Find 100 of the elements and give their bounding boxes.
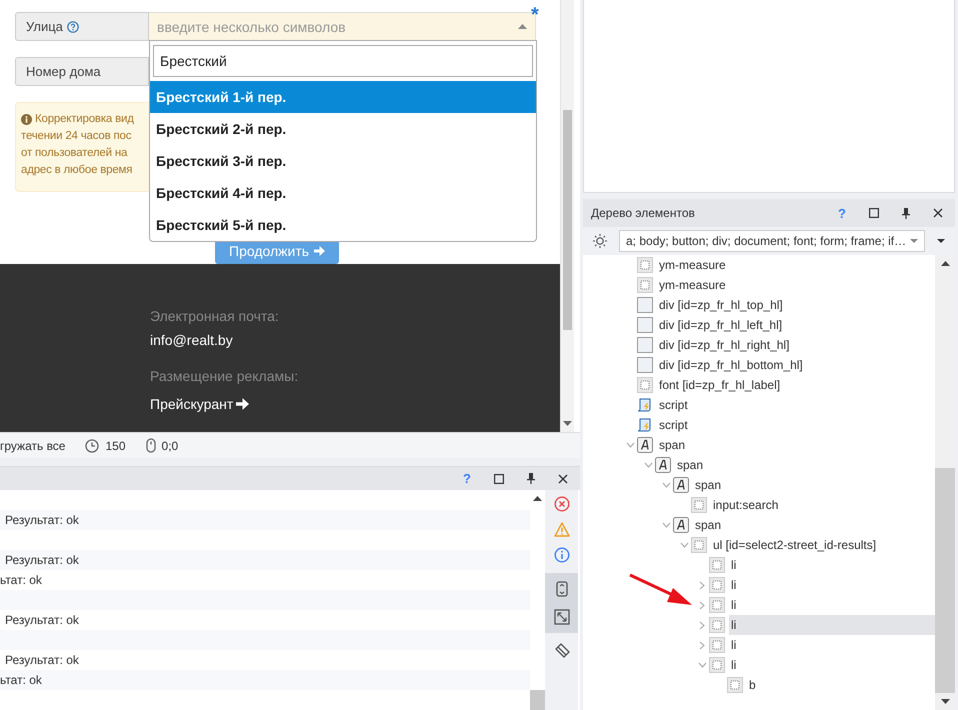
notice-text: Корректировка вид xyxy=(35,112,134,127)
dropdown-option[interactable]: Брестский 1-й пер. xyxy=(150,81,536,113)
pin-icon[interactable] xyxy=(902,208,910,218)
dropdown-option[interactable]: Брестский 3-й пер. xyxy=(150,145,536,177)
element-icon xyxy=(709,597,725,613)
dropdown-option[interactable]: Брестский 4-й пер. xyxy=(150,177,536,209)
maximize-icon[interactable] xyxy=(494,474,504,484)
house-label: Номер дома xyxy=(15,57,149,86)
tree-node[interactable]: font [id=zp_fr_hl_label] xyxy=(657,375,935,395)
text-icon xyxy=(637,437,653,453)
scroll-icon[interactable] xyxy=(556,581,568,597)
help-icon[interactable] xyxy=(66,20,79,32)
expand-caret-icon[interactable] xyxy=(626,442,634,448)
script-icon xyxy=(637,397,653,413)
tree-node[interactable]: li xyxy=(729,575,935,595)
tree-node[interactable]: li xyxy=(729,615,935,635)
scroll-thumb[interactable] xyxy=(530,690,545,710)
expand-caret-icon[interactable] xyxy=(662,482,670,488)
scroll-down-icon[interactable] xyxy=(940,699,950,704)
tree-node[interactable]: ym-measure xyxy=(657,255,935,275)
info-icon[interactable] xyxy=(554,547,570,563)
tree-node[interactable]: ul [id=select2-street_id-results] xyxy=(711,535,935,555)
arrow-icon xyxy=(314,246,326,256)
tree-node[interactable]: li xyxy=(729,555,935,575)
collapse-caret-icon[interactable] xyxy=(699,620,705,630)
element-icon xyxy=(709,557,725,573)
email-link[interactable]: info@realt.by xyxy=(150,332,233,348)
pin-icon[interactable] xyxy=(527,473,535,484)
collapse-caret-icon[interactable] xyxy=(699,640,705,650)
tree-node[interactable]: script xyxy=(657,395,935,415)
element-icon xyxy=(637,257,653,273)
scroll-up-icon[interactable] xyxy=(533,496,542,501)
text-icon xyxy=(673,477,689,493)
element-icon xyxy=(691,497,707,513)
script-icon xyxy=(637,417,653,433)
brush-icon[interactable] xyxy=(554,643,570,659)
element-icon xyxy=(637,377,653,393)
expand-caret-icon[interactable] xyxy=(680,542,688,548)
clock-icon xyxy=(85,438,100,452)
timeout-value: 150 xyxy=(105,438,126,452)
sun-icon[interactable] xyxy=(593,234,607,248)
error-icon[interactable] xyxy=(554,496,570,512)
load-all-label[interactable]: гружать все xyxy=(0,438,66,452)
box-icon xyxy=(637,337,653,353)
box-icon xyxy=(637,317,653,333)
scrollbar[interactable] xyxy=(560,0,574,432)
element-icon xyxy=(637,277,653,293)
ads-label: Размещение рекламы: xyxy=(150,368,298,384)
tree-node[interactable]: div [id=zp_fr_hl_left_hl] xyxy=(657,315,935,335)
tree-node[interactable]: span xyxy=(657,435,935,455)
mouse-icon xyxy=(146,438,156,453)
scrollbar[interactable] xyxy=(935,255,955,710)
caret-icon[interactable] xyxy=(937,239,945,243)
tree-node[interactable]: li xyxy=(729,595,935,615)
element-icon xyxy=(709,657,725,673)
element-icon xyxy=(709,617,725,633)
price-link[interactable]: Прейскурант xyxy=(150,396,250,412)
log-text: Результат: ok xyxy=(4,513,79,527)
element-icon xyxy=(727,677,743,693)
tree-node[interactable]: ym-measure xyxy=(657,275,935,295)
tree-node[interactable]: script xyxy=(657,415,935,435)
text-icon xyxy=(673,517,689,533)
log-text: ьтат: ok xyxy=(0,673,42,687)
close-icon[interactable] xyxy=(558,474,568,484)
tree-node[interactable]: div [id=zp_fr_hl_right_hl] xyxy=(657,335,935,355)
tree-node[interactable]: li xyxy=(729,655,935,675)
warning-icon[interactable] xyxy=(554,522,570,537)
collapse-caret-icon[interactable] xyxy=(699,600,705,610)
maximize-icon[interactable] xyxy=(869,208,879,218)
close-icon[interactable] xyxy=(933,208,943,218)
scroll-down-icon[interactable] xyxy=(563,421,572,426)
element-icon xyxy=(709,637,725,653)
tree-node[interactable]: span xyxy=(693,515,935,535)
notice-text: течении 24 часов пос xyxy=(21,129,132,144)
scroll-up-icon[interactable] xyxy=(940,261,950,266)
dropdown-option[interactable]: Брестский 5-й пер. xyxy=(150,209,536,241)
tree-node[interactable]: span xyxy=(675,455,935,475)
tree-node[interactable]: input:search xyxy=(711,495,935,515)
tree-node[interactable]: div [id=zp_fr_hl_bottom_hl] xyxy=(657,355,935,375)
search-field[interactable]: Брестский xyxy=(153,45,533,77)
tree-node[interactable]: div [id=zp_fr_hl_top_hl] xyxy=(657,295,935,315)
log-text: Результат: ok xyxy=(4,613,79,627)
tree-node[interactable]: span xyxy=(693,475,935,495)
box-icon xyxy=(637,297,653,313)
mouse-position: 0;0 xyxy=(162,438,178,452)
log-text: Результат: ok xyxy=(4,653,79,667)
resize-icon[interactable] xyxy=(554,609,570,625)
tree-node[interactable]: b xyxy=(747,675,935,695)
collapse-caret-icon[interactable] xyxy=(699,580,705,590)
expand-caret-icon[interactable] xyxy=(644,462,652,468)
arrow-icon xyxy=(236,398,250,410)
tree-node[interactable]: li xyxy=(729,635,935,655)
dropdown-option[interactable]: Брестский 2-й пер. xyxy=(150,113,536,145)
expand-caret-icon[interactable] xyxy=(662,522,670,528)
info-icon xyxy=(21,114,32,125)
log-text: ьтат: ok xyxy=(0,573,42,587)
element-icon xyxy=(691,537,707,553)
expand-caret-icon[interactable] xyxy=(698,662,706,668)
text-icon xyxy=(655,457,671,473)
tag-filter-select[interactable]: a; body; button; div; document; font; form; frame; if… xyxy=(619,230,925,252)
